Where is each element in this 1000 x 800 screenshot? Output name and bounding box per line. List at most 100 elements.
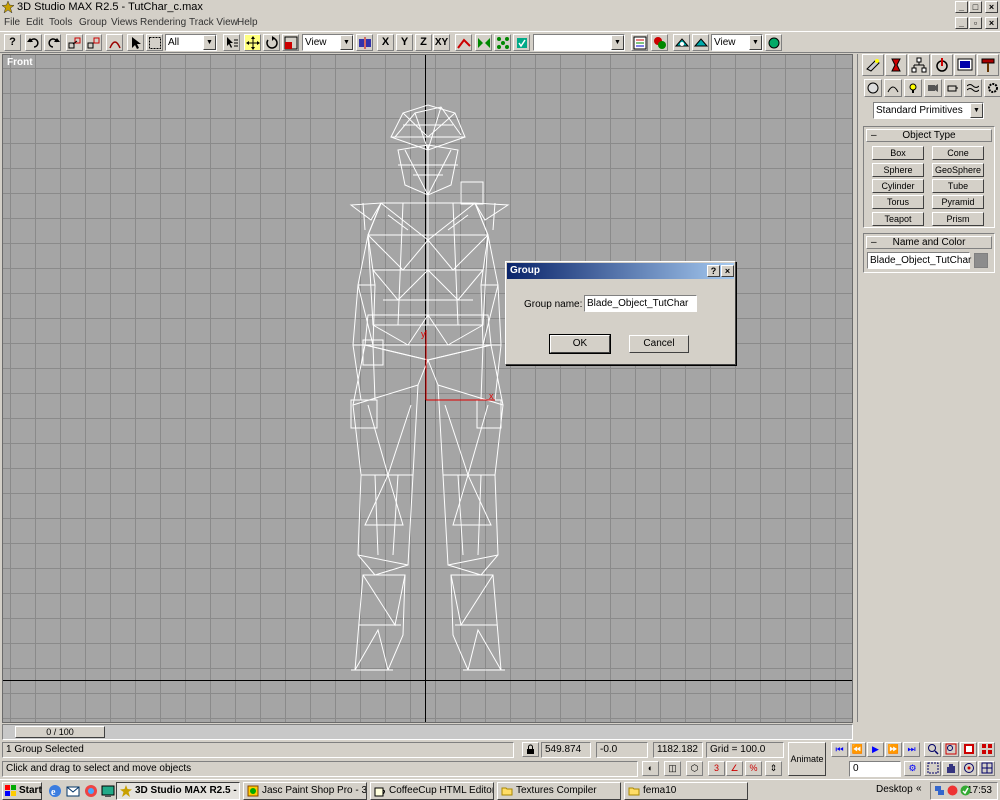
previous-frame-button[interactable]: ⏪: [849, 742, 866, 757]
animate-button[interactable]: Animate: [788, 742, 826, 776]
tab-modify[interactable]: [885, 54, 907, 76]
maximize-button[interactable]: □: [969, 1, 982, 13]
prism-button[interactable]: Prism: [932, 212, 984, 226]
named-selection-dropdown[interactable]: ▼: [533, 34, 625, 51]
selection-lock-button[interactable]: [522, 742, 539, 757]
min-max-toggle-button[interactable]: [978, 761, 995, 776]
helpers-category-button[interactable]: [944, 79, 962, 97]
restrict-y-button[interactable]: Y: [396, 34, 413, 51]
undo-button[interactable]: [25, 34, 42, 51]
cone-button[interactable]: Cone: [932, 146, 984, 160]
region-select-button[interactable]: [146, 34, 163, 51]
tab-hierarchy[interactable]: [908, 54, 930, 76]
snap-toggle-button[interactable]: ⬡: [686, 761, 703, 776]
time-slider-thumb[interactable]: 0 / 100: [15, 726, 105, 738]
restrict-xy-button[interactable]: XY: [433, 34, 450, 51]
teapot-button[interactable]: Teapot: [872, 212, 924, 226]
select-and-link-button[interactable]: [66, 34, 83, 51]
taskbar-item-coffeecup[interactable]: CoffeeCup HTML Editor: [370, 782, 494, 800]
unlink-selection-button[interactable]: [85, 34, 102, 51]
select-object-button[interactable]: [127, 34, 144, 51]
close-button[interactable]: ×: [985, 1, 998, 13]
network-icon[interactable]: [934, 785, 945, 796]
zoom-extents-button[interactable]: [960, 742, 977, 757]
go-to-end-button[interactable]: ⏭: [903, 742, 920, 757]
x-coordinate-field[interactable]: 549.874: [541, 742, 591, 758]
zoom-extents-all-button[interactable]: [978, 742, 995, 757]
inverse-kinematics-button[interactable]: [455, 34, 472, 51]
arc-rotate-button[interactable]: [960, 761, 977, 776]
object-category-dropdown[interactable]: Standard Primitives ▼: [873, 102, 984, 119]
tab-motion[interactable]: [931, 54, 953, 76]
snap-3d-button[interactable]: 3: [708, 761, 725, 776]
browser-icon[interactable]: [84, 784, 98, 798]
menu-track-view[interactable]: Track View: [189, 17, 238, 28]
track-view-button[interactable]: [631, 34, 648, 51]
restrict-x-button[interactable]: X: [377, 34, 394, 51]
geometry-category-button[interactable]: [864, 79, 882, 97]
box-button[interactable]: Box: [872, 146, 924, 160]
tab-utilities[interactable]: [977, 54, 999, 76]
minimize-button[interactable]: _: [955, 1, 968, 13]
object-color-swatch[interactable]: [974, 253, 988, 268]
bind-space-warp-button[interactable]: [106, 34, 123, 51]
geosphere-button[interactable]: GeoSphere: [932, 163, 984, 177]
restrict-z-button[interactable]: Z: [415, 34, 432, 51]
select-and-scale-button[interactable]: [282, 34, 299, 51]
tab-create[interactable]: [862, 54, 884, 76]
cylinder-button[interactable]: Cylinder: [872, 179, 924, 193]
time-slider[interactable]: 0 / 100: [2, 724, 853, 740]
lights-category-button[interactable]: [904, 79, 922, 97]
mirror-button[interactable]: [475, 34, 492, 51]
percent-snap-button[interactable]: %: [745, 761, 762, 776]
show-desktop-icon[interactable]: [101, 784, 115, 798]
select-and-move-button[interactable]: [244, 34, 261, 51]
crossing-select-button[interactable]: ◫: [664, 761, 681, 776]
sphere-button[interactable]: Sphere: [872, 163, 924, 177]
doc-close-button[interactable]: ×: [985, 17, 998, 29]
front-viewport[interactable]: Front y x: [2, 54, 853, 723]
menu-rendering[interactable]: Rendering: [140, 17, 186, 28]
angle-snap-button[interactable]: ∠: [726, 761, 743, 776]
select-and-rotate-button[interactable]: [263, 34, 280, 51]
spinner-snap-button[interactable]: ⇕: [765, 761, 782, 776]
start-button[interactable]: Start: [2, 782, 42, 800]
zoom-all-button[interactable]: [942, 742, 959, 757]
current-frame-field[interactable]: 0: [849, 761, 901, 777]
y-coordinate-field[interactable]: -0.0: [596, 742, 648, 758]
object-type-header[interactable]: – Object Type: [866, 129, 992, 142]
array-button[interactable]: [494, 34, 511, 51]
menu-edit[interactable]: Edit: [26, 17, 43, 28]
menu-group[interactable]: Group: [79, 17, 107, 28]
character-wireframe[interactable]: y x: [3, 55, 853, 723]
menu-tools[interactable]: Tools: [49, 17, 72, 28]
cameras-category-button[interactable]: [924, 79, 942, 97]
time-config-button[interactable]: ⚙: [904, 761, 921, 776]
space-warps-category-button[interactable]: [964, 79, 982, 97]
dialog-close-button[interactable]: ×: [721, 265, 734, 277]
quick-render-button[interactable]: [692, 34, 709, 51]
pivot-point-button[interactable]: [356, 34, 373, 51]
systems-category-button[interactable]: [984, 79, 1000, 97]
pyramid-button[interactable]: Pyramid: [932, 195, 984, 209]
select-by-name-button[interactable]: [223, 34, 240, 51]
group-name-input[interactable]: Blade_Object_TutChar: [584, 295, 697, 312]
taskbar-item-textures-compiler[interactable]: Textures Compiler: [497, 782, 621, 800]
help-mode-button[interactable]: ?: [4, 34, 21, 51]
degradation-override-button[interactable]: ◐: [642, 761, 659, 776]
tab-display[interactable]: [954, 54, 976, 76]
region-zoom-button[interactable]: [924, 761, 941, 776]
next-frame-button[interactable]: ⏩: [885, 742, 902, 757]
outlook-icon[interactable]: [66, 784, 80, 798]
desktop-toolbar-label[interactable]: Desktop: [876, 784, 913, 795]
antivirus-icon[interactable]: [947, 785, 958, 796]
play-button[interactable]: ▶: [867, 742, 884, 757]
ok-button[interactable]: OK: [549, 334, 611, 354]
ie-icon[interactable]: e: [48, 784, 62, 798]
toolbar-expand-icon[interactable]: «: [916, 783, 922, 794]
pan-button[interactable]: [942, 761, 959, 776]
object-name-input[interactable]: Blade_Object_TutChar: [867, 252, 971, 269]
menu-help[interactable]: Help: [237, 17, 258, 28]
menu-views[interactable]: Views: [111, 17, 138, 28]
doc-restore-button[interactable]: ▫: [969, 17, 982, 29]
